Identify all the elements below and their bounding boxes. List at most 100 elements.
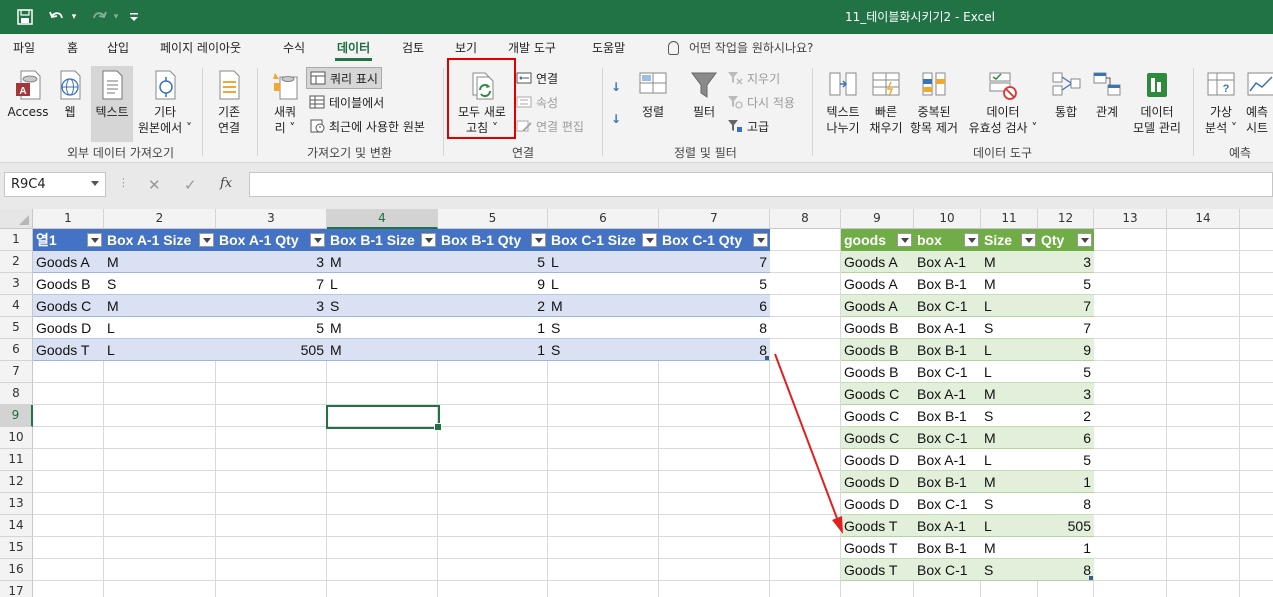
row-header-6[interactable]: 6 [0, 339, 33, 361]
table-cell[interactable]: Goods A [841, 251, 914, 273]
table-cell[interactable]: 8 [1038, 493, 1094, 515]
table-header-cell[interactable]: Qty [1038, 229, 1076, 251]
name-box-dropdown-icon[interactable] [91, 181, 99, 186]
filter-dropdown-icon[interactable] [87, 233, 102, 247]
from-other-sources-button[interactable]: 기타 원본에서 ˅ [134, 66, 196, 142]
table-cell[interactable]: 5 [216, 317, 327, 339]
table-cell[interactable]: L [104, 317, 216, 339]
table-cell[interactable]: S [981, 405, 1038, 427]
table-header-cell[interactable]: box [914, 229, 963, 251]
advanced-filter-button[interactable]: 고급 [727, 115, 769, 137]
data-validation-button[interactable]: 데이터 유효성 검사 ˅ [962, 66, 1044, 142]
tab-home[interactable]: 홈 [67, 39, 78, 56]
save-icon[interactable] [14, 6, 36, 28]
table-cell[interactable]: Goods B [841, 361, 914, 383]
tab-formulas[interactable]: 수식 [283, 39, 305, 56]
tab-page-layout[interactable]: 페이지 레이아웃 [160, 39, 241, 56]
cancel-icon[interactable]: ✕ [148, 176, 161, 194]
select-all-corner[interactable] [0, 209, 33, 229]
table-cell[interactable]: M [981, 273, 1038, 295]
sort-descending-button[interactable]: ↓ [611, 108, 621, 130]
from-table-button[interactable]: 테이블에서 [309, 91, 384, 113]
connections-button[interactable]: 연결 [516, 67, 558, 89]
table-cell[interactable]: Box C-1 [914, 427, 981, 449]
table-cell[interactable]: 505 [216, 339, 327, 361]
row-header-8[interactable]: 8 [0, 383, 33, 405]
tab-help[interactable]: 도움말 [592, 39, 625, 56]
row-header-14[interactable]: 14 [0, 515, 33, 537]
from-web-button[interactable]: 웹 [52, 66, 88, 142]
filter-dropdown-icon[interactable] [753, 233, 768, 247]
column-header-2[interactable]: 2 [104, 209, 216, 229]
table-cell[interactable]: 3 [216, 295, 327, 317]
table-header-cell[interactable]: Size [981, 229, 1020, 251]
active-cell-selection[interactable] [326, 405, 442, 431]
row-header-3[interactable]: 3 [0, 273, 33, 295]
edit-links-button[interactable]: 연결 편집 [516, 115, 584, 137]
table-cell[interactable]: Goods A [33, 251, 104, 273]
table-cell[interactable]: Goods T [841, 559, 914, 581]
table-cell[interactable]: Goods C [841, 427, 914, 449]
column-header-3[interactable]: 3 [216, 209, 327, 229]
table-cell[interactable]: L [548, 251, 659, 273]
table-cell[interactable]: M [981, 251, 1038, 273]
row-header-10[interactable]: 10 [0, 427, 33, 449]
undo-icon[interactable] [46, 6, 68, 28]
table-cell[interactable]: L [981, 339, 1038, 361]
row-header-1[interactable]: 1 [0, 229, 33, 251]
table-cell[interactable]: Box B-1 [914, 273, 981, 295]
relationships-button[interactable]: 관계 [1088, 66, 1126, 142]
table-cell[interactable]: L [548, 273, 659, 295]
table-cell[interactable]: 7 [1038, 317, 1094, 339]
table-cell[interactable]: L [327, 273, 438, 295]
table-cell[interactable]: Goods T [33, 339, 104, 361]
column-header-1[interactable]: 1 [33, 209, 104, 229]
row-header-4[interactable]: 4 [0, 295, 33, 317]
table-cell[interactable]: 1 [438, 317, 548, 339]
name-box[interactable]: R9C4 [4, 172, 106, 197]
table-cell[interactable]: 9 [438, 273, 548, 295]
table-cell[interactable]: Goods B [841, 339, 914, 361]
show-queries-button[interactable]: 쿼리 표시 [306, 67, 382, 89]
table-cell[interactable]: Box B-1 [914, 339, 981, 361]
table-cell[interactable]: Box B-1 [914, 537, 981, 559]
table-cell[interactable]: 5 [659, 273, 770, 295]
formula-input[interactable] [249, 172, 1273, 197]
table-cell[interactable]: S [981, 559, 1038, 581]
table-cell[interactable]: S [104, 273, 216, 295]
table-cell[interactable]: 3 [216, 251, 327, 273]
table-header-cell[interactable]: Box A-1 Size [104, 229, 198, 251]
redo-dropdown-icon[interactable]: ▾ [110, 6, 122, 28]
table-cell[interactable]: 1 [438, 339, 548, 361]
table-cell[interactable]: M [548, 295, 659, 317]
table-cell[interactable]: 2 [438, 295, 548, 317]
redo-icon[interactable] [88, 6, 110, 28]
table-cell[interactable]: 8 [1038, 559, 1094, 581]
table-cell[interactable]: Goods D [841, 449, 914, 471]
tab-data[interactable]: 데이터 [334, 39, 373, 61]
table-cell[interactable]: 8 [659, 317, 770, 339]
table-cell[interactable]: Goods D [841, 471, 914, 493]
table-header-cell[interactable]: Box B-1 Size [327, 229, 420, 251]
row-header-11[interactable]: 11 [0, 449, 33, 471]
table-cell[interactable]: 1 [1038, 471, 1094, 493]
consolidate-button[interactable]: 통합 [1046, 66, 1086, 142]
clear-filter-button[interactable]: 지우기 [727, 67, 780, 89]
row-header-12[interactable]: 12 [0, 471, 33, 493]
table-header-cell[interactable]: Box C-1 Size [548, 229, 641, 251]
table-header-cell[interactable]: Box C-1 Qty [659, 229, 752, 251]
filter-dropdown-icon[interactable] [642, 233, 657, 247]
table-header-cell[interactable]: 열1 [33, 229, 86, 251]
tab-view[interactable]: 보기 [455, 39, 477, 56]
table-cell[interactable]: L [104, 339, 216, 361]
table-cell[interactable]: S [327, 295, 438, 317]
table-cell[interactable]: S [548, 339, 659, 361]
properties-button[interactable]: 속성 [516, 91, 558, 113]
table-cell[interactable]: 2 [1038, 405, 1094, 427]
table-cell[interactable]: L [981, 449, 1038, 471]
table-cell[interactable]: 3 [1038, 383, 1094, 405]
table-cell[interactable]: 9 [1038, 339, 1094, 361]
tell-me-search[interactable]: 어떤 작업을 원하시나요? [668, 39, 813, 56]
table-cell[interactable]: 6 [659, 295, 770, 317]
manage-data-model-button[interactable]: 데이터 모델 관리 [1128, 66, 1186, 142]
